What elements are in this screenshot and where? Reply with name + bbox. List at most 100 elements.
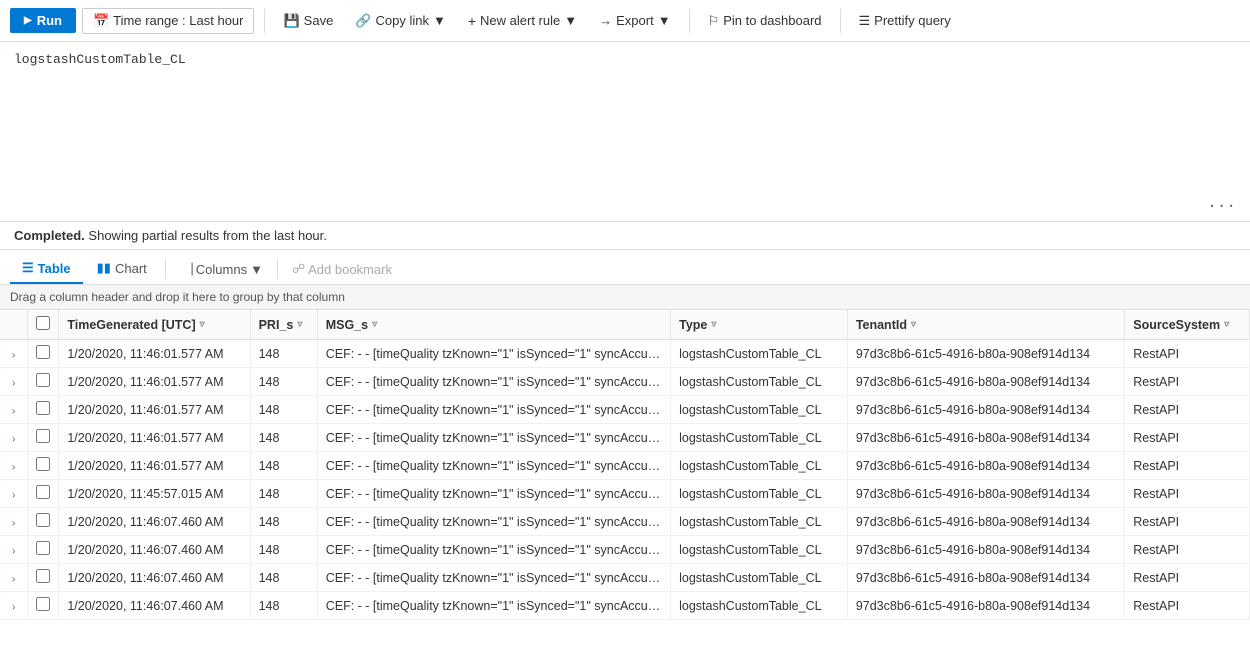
tab-chart-label: Chart (115, 261, 147, 276)
cell-source: RestAPI (1125, 340, 1250, 368)
table-row: ›1/20/2020, 11:46:07.460 AM148CEF: - - [… (0, 592, 1250, 620)
plus-icon: + (468, 13, 476, 29)
row-checkbox[interactable] (36, 513, 50, 527)
export-button[interactable]: → Export ▼ (591, 9, 678, 32)
cell-pri: 148 (250, 424, 317, 452)
cell-pri: 148 (250, 508, 317, 536)
columns-button[interactable]: ⎹ Columns ▼ (172, 257, 271, 281)
cell-type: logstashCustomTable_CL (671, 592, 848, 620)
cell-source: RestAPI (1125, 536, 1250, 564)
th-msg[interactable]: MSG_s ▿ (317, 310, 670, 340)
save-button[interactable]: 💾 Save (275, 9, 341, 33)
cell-source: RestAPI (1125, 424, 1250, 452)
time-range-button[interactable]: 📅 Time range : Last hour (82, 8, 255, 34)
th-tenant[interactable]: TenantId ▿ (847, 310, 1124, 340)
table-header-row: TimeGenerated [UTC] ▿ PRI_s ▿ MSG_s ▿ (0, 310, 1250, 340)
cell-tenant: 97d3c8b6-61c5-4916-b80a-908ef914d134 (847, 564, 1124, 592)
filter-msg-icon[interactable]: ▿ (372, 319, 377, 330)
th-time-label: TimeGenerated [UTC] (67, 318, 195, 332)
row-expand-button[interactable]: › (8, 518, 19, 529)
th-type[interactable]: Type ▿ (671, 310, 848, 340)
tab-table[interactable]: ☰ Table (10, 254, 83, 284)
cell-msg: CEF: - - [timeQuality tzKnown="1" isSync… (317, 564, 670, 592)
table-row: ›1/20/2020, 11:45:57.015 AM148CEF: - - [… (0, 480, 1250, 508)
columns-label: Columns (196, 262, 247, 277)
status-bar: Completed. Showing partial results from … (0, 222, 1250, 250)
add-bookmark-label: Add bookmark (308, 262, 392, 277)
row-checkbox[interactable] (36, 429, 50, 443)
chart-tab-icon: ▮▮ (97, 260, 111, 276)
th-expand (0, 310, 28, 340)
cell-source: RestAPI (1125, 452, 1250, 480)
filter-tenant-icon[interactable]: ▿ (911, 319, 916, 330)
separator-2 (689, 9, 690, 33)
filter-time-icon[interactable]: ▿ (200, 319, 205, 330)
tab-table-label: Table (38, 261, 71, 276)
cell-time: 1/20/2020, 11:45:57.015 AM (59, 480, 250, 508)
filter-source-icon[interactable]: ▿ (1224, 319, 1229, 330)
filter-pri-icon[interactable]: ▿ (297, 319, 302, 330)
row-expand-button[interactable]: › (8, 490, 19, 501)
cell-tenant: 97d3c8b6-61c5-4916-b80a-908ef914d134 (847, 480, 1124, 508)
th-pri[interactable]: PRI_s ▿ (250, 310, 317, 340)
row-expand-button[interactable]: › (8, 574, 19, 585)
th-msg-label: MSG_s (326, 318, 368, 332)
row-expand-button[interactable]: › (8, 546, 19, 557)
cell-source: RestAPI (1125, 368, 1250, 396)
row-checkbox[interactable] (36, 401, 50, 415)
row-checkbox[interactable] (36, 373, 50, 387)
prettify-query-button[interactable]: ☰ Prettify query (851, 9, 959, 33)
columns-icon: ⎹ (180, 261, 193, 277)
th-type-label: Type (679, 318, 707, 332)
select-all-checkbox[interactable] (36, 316, 50, 330)
row-expand-button[interactable]: › (8, 602, 19, 613)
cell-pri: 148 (250, 564, 317, 592)
row-expand-button[interactable]: › (8, 378, 19, 389)
row-checkbox[interactable] (36, 457, 50, 471)
new-alert-rule-button[interactable]: + New alert rule ▼ (460, 9, 585, 33)
row-expand-button[interactable]: › (8, 350, 19, 361)
cell-tenant: 97d3c8b6-61c5-4916-b80a-908ef914d134 (847, 592, 1124, 620)
th-source[interactable]: SourceSystem ▿ (1125, 310, 1250, 340)
link-icon: 🔗 (355, 13, 371, 29)
cell-msg: CEF: - - [timeQuality tzKnown="1" isSync… (317, 340, 670, 368)
add-bookmark-button[interactable]: ☍ Add bookmark (284, 257, 400, 281)
cell-source: RestAPI (1125, 508, 1250, 536)
row-checkbox[interactable] (36, 569, 50, 583)
table-row: ›1/20/2020, 11:46:01.577 AM148CEF: - - [… (0, 452, 1250, 480)
row-expand-button[interactable]: › (8, 434, 19, 445)
run-label: Run (37, 13, 62, 28)
data-table-wrapper[interactable]: TimeGenerated [UTC] ▿ PRI_s ▿ MSG_s ▿ (0, 310, 1250, 653)
row-expand-button[interactable]: › (8, 406, 19, 417)
query-expand-icon[interactable]: ··· (1207, 197, 1236, 215)
table-row: ›1/20/2020, 11:46:01.577 AM148CEF: - - [… (0, 368, 1250, 396)
row-checkbox[interactable] (36, 345, 50, 359)
cell-pri: 148 (250, 592, 317, 620)
cell-time: 1/20/2020, 11:46:01.577 AM (59, 396, 250, 424)
status-completed: Completed. (14, 228, 85, 243)
cell-source: RestAPI (1125, 592, 1250, 620)
tab-chart[interactable]: ▮▮ Chart (85, 254, 159, 284)
pin-to-dashboard-button[interactable]: ⚐ Pin to dashboard (700, 9, 830, 33)
query-editor[interactable]: logstashCustomTable_CL ··· (0, 42, 1250, 222)
th-time[interactable]: TimeGenerated [UTC] ▿ (59, 310, 250, 340)
table-row: ›1/20/2020, 11:46:01.577 AM148CEF: - - [… (0, 396, 1250, 424)
copy-link-button[interactable]: 🔗 Copy link ▼ (347, 9, 454, 33)
row-checkbox[interactable] (36, 485, 50, 499)
cell-msg: CEF: - - [timeQuality tzKnown="1" isSync… (317, 368, 670, 396)
cell-tenant: 97d3c8b6-61c5-4916-b80a-908ef914d134 (847, 396, 1124, 424)
row-checkbox[interactable] (36, 541, 50, 555)
run-button[interactable]: ▶ Run (10, 8, 76, 33)
pin-icon: ⚐ (708, 13, 720, 29)
cell-type: logstashCustomTable_CL (671, 536, 848, 564)
cell-pri: 148 (250, 396, 317, 424)
cell-tenant: 97d3c8b6-61c5-4916-b80a-908ef914d134 (847, 452, 1124, 480)
row-checkbox[interactable] (36, 597, 50, 611)
row-expand-button[interactable]: › (8, 462, 19, 473)
filter-type-icon[interactable]: ▿ (711, 319, 716, 330)
status-detail: Showing partial results from the last ho… (88, 228, 326, 243)
th-tenant-label: TenantId (856, 318, 907, 332)
tab-separator (165, 259, 166, 279)
table-row: ›1/20/2020, 11:46:07.460 AM148CEF: - - [… (0, 536, 1250, 564)
time-range-label: Time range : Last hour (113, 13, 243, 28)
